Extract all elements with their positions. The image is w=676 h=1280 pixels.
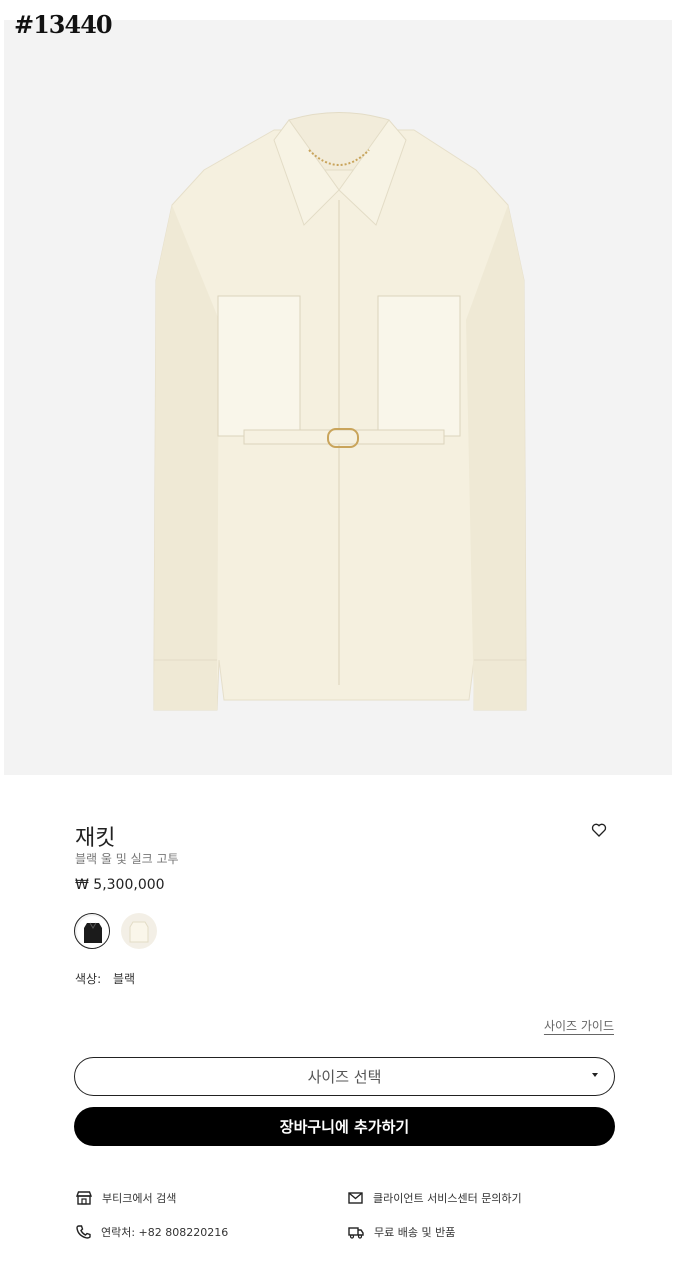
color-label: 색상:	[75, 972, 102, 986]
free-shipping-link[interactable]: 무료 배송 및 반품	[348, 1224, 455, 1240]
product-code-stamp: #13440	[14, 10, 113, 39]
size-select-dropdown[interactable]: 사이즈 선택	[74, 1057, 615, 1096]
color-value: 블랙	[112, 972, 136, 986]
selected-color: 색상: 블랙	[75, 970, 135, 987]
client-service-link[interactable]: 클라이언트 서비스센터 문의하기	[348, 1190, 522, 1206]
phone-icon	[76, 1225, 91, 1239]
mail-icon	[348, 1192, 363, 1204]
delivery-truck-icon	[348, 1227, 364, 1239]
color-swatch-ivory[interactable]	[121, 913, 157, 949]
product-title: 재킷	[75, 826, 116, 851]
product-image	[4, 20, 672, 775]
client-service-label: 클라이언트 서비스센터 문의하기	[373, 1192, 522, 1205]
chevron-down-icon	[592, 1073, 598, 1077]
store-icon	[76, 1191, 92, 1205]
free-shipping-label: 무료 배송 및 반품	[374, 1226, 456, 1239]
add-to-cart-button[interactable]: 장바구니에 추가하기	[74, 1107, 615, 1146]
product-price: ₩ 5,300,000	[75, 877, 165, 893]
size-select-label: 사이즈 선택	[307, 1068, 382, 1086]
size-guide-link[interactable]: 사이즈 가이드	[544, 1017, 614, 1034]
boutique-search-link[interactable]: 부티크에서 검색	[76, 1190, 176, 1206]
color-swatch-black[interactable]	[74, 913, 110, 949]
contact-label: 연락처: +82 808220216	[101, 1226, 229, 1239]
jacket-illustration	[153, 112, 527, 711]
contact-phone-link[interactable]: 연락처: +82 808220216	[76, 1224, 228, 1240]
product-material: 블랙 울 및 실크 고투	[75, 852, 179, 866]
boutique-search-label: 부티크에서 검색	[102, 1192, 177, 1205]
wishlist-heart-icon[interactable]	[591, 822, 613, 844]
